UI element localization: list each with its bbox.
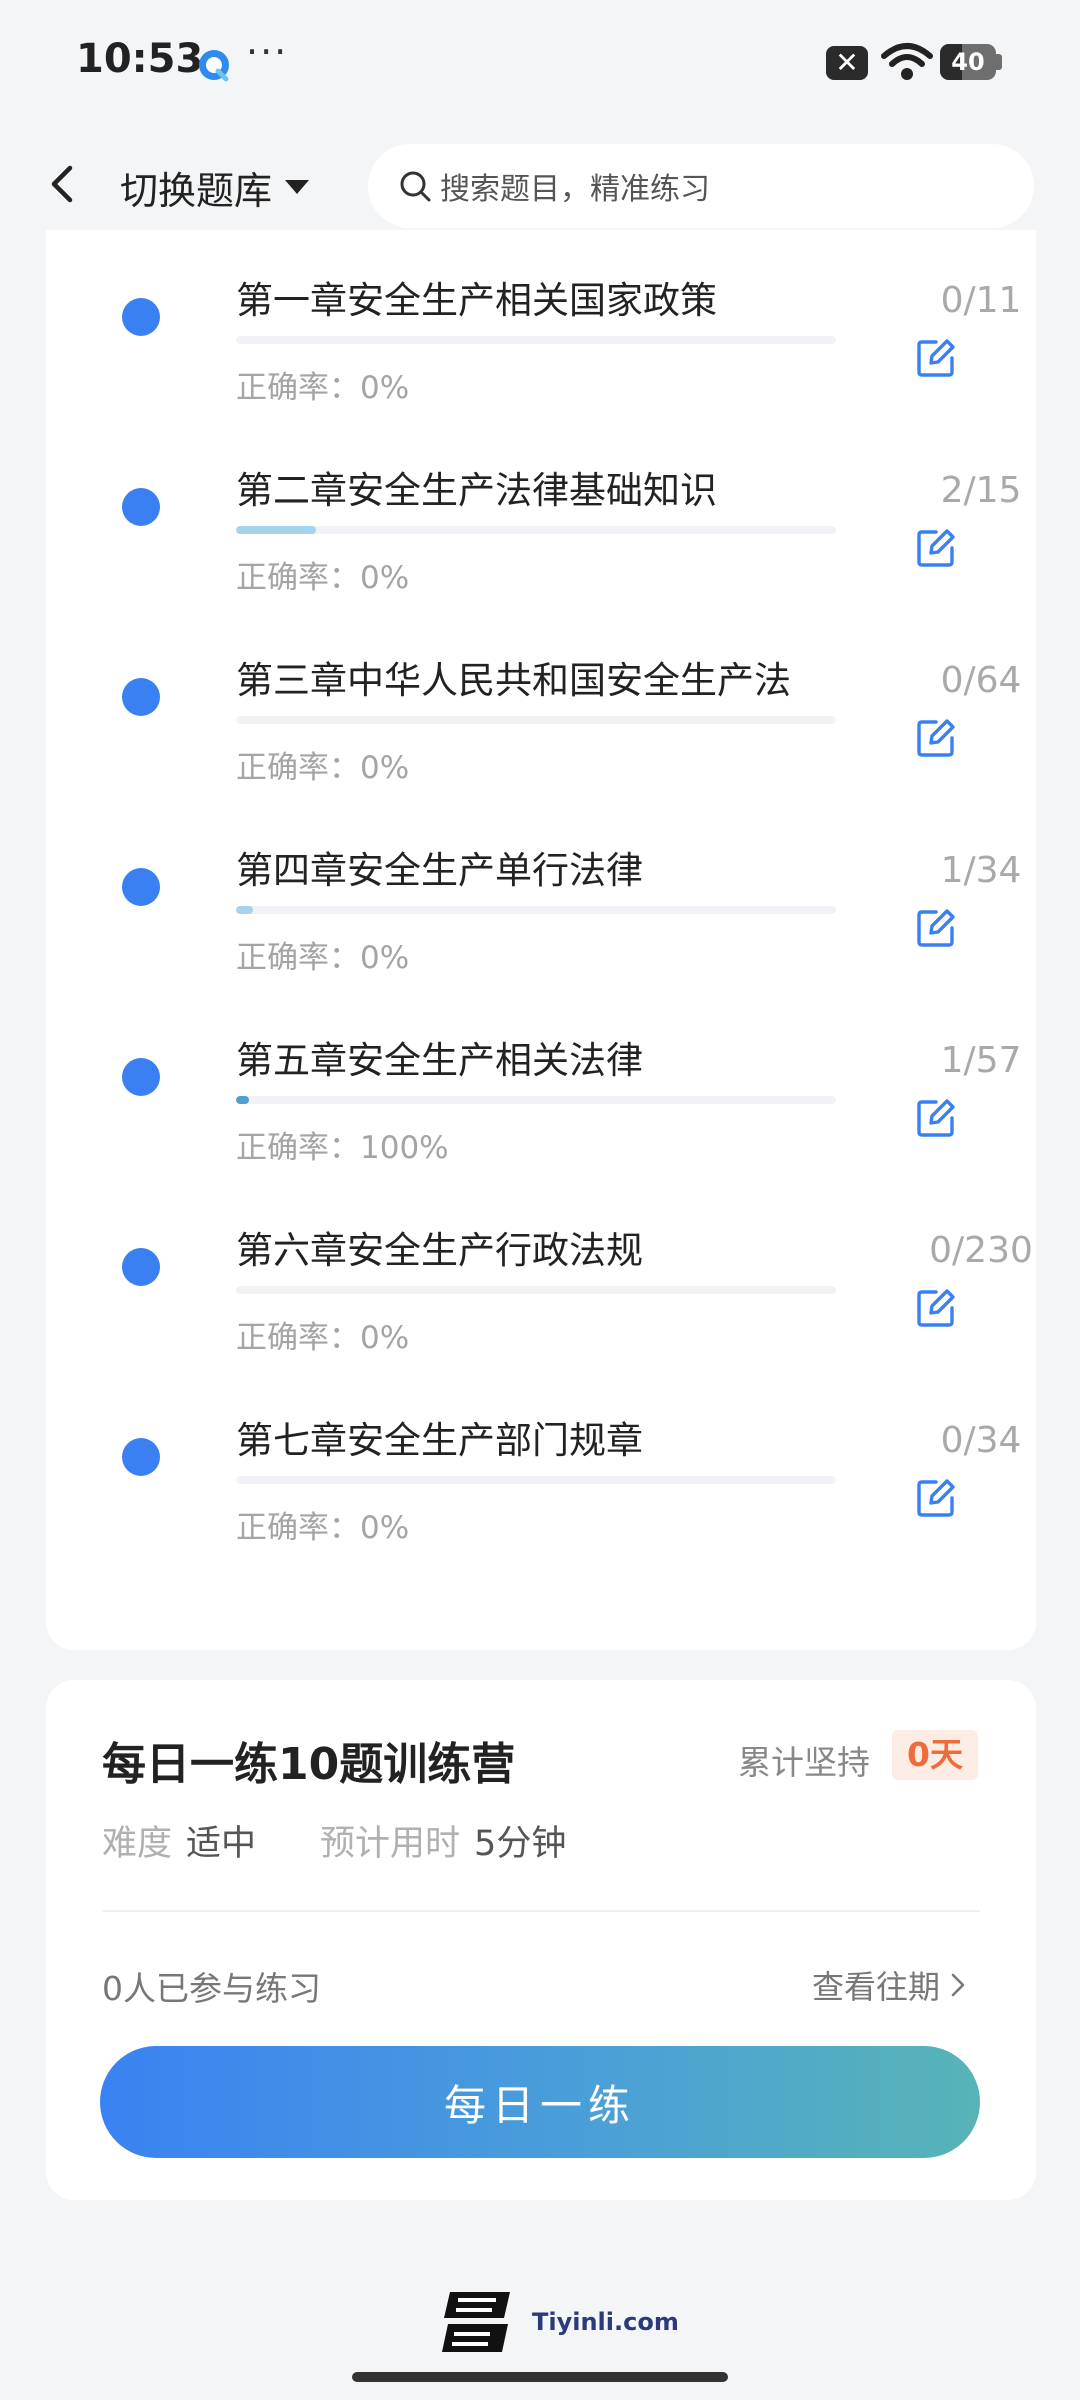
- daily-practice-button[interactable]: 每日一练: [100, 2046, 980, 2158]
- chapter-accuracy-label: 正确率：: [236, 1510, 360, 1546]
- edit-icon[interactable]: [914, 1096, 958, 1140]
- chapter-count: 2/15: [940, 470, 1022, 511]
- chapter-status-dot: [122, 1248, 160, 1286]
- brand-footer: Tiyinli.com: [440, 2286, 679, 2358]
- chapter-title: 第三章中华人民共和国安全生产法: [236, 659, 791, 702]
- daily-title: 每日一练10题训练营: [102, 1739, 516, 1790]
- chapter-title: 第一章安全生产相关国家政策: [236, 279, 717, 322]
- streak-badge: 0天: [892, 1730, 978, 1780]
- chapter-item-3[interactable]: 第三章中华人民共和国安全生产法 正确率：0% 0/64: [46, 570, 1036, 786]
- chapter-progress-bar: [236, 716, 836, 724]
- chapter-list-card: 第一章安全生产相关国家政策 正确率：0% 0/11 第二章安全生产法律基础知识 …: [46, 230, 1036, 1650]
- chapter-item-2[interactable]: 第二章安全生产法律基础知识 正确率：0% 2/15: [46, 380, 1036, 596]
- edit-icon[interactable]: [914, 906, 958, 950]
- battery-level: 40: [951, 48, 985, 76]
- daily-meta: 难度 适中 预计用时 5分钟: [102, 1815, 566, 1866]
- chapter-accuracy-value: 0%: [360, 1510, 410, 1546]
- divider: [102, 1910, 980, 1912]
- chapter-count: 0/230: [929, 1230, 1033, 1271]
- chapter-item-7[interactable]: 第七章安全生产部门规章 正确率：0% 0/34: [46, 1330, 1036, 1546]
- chapter-status-dot: [122, 298, 160, 336]
- time-value: 5分钟: [474, 1824, 567, 1864]
- chapter-progress-bar: [236, 1096, 836, 1104]
- difficulty-label: 难度: [102, 1824, 173, 1864]
- edit-icon[interactable]: [914, 526, 958, 570]
- chevron-right-icon: [951, 1973, 965, 1997]
- daily-practice-card: 每日一练10题训练营 累计坚持 0天 难度 适中 预计用时 5分钟 0人已参与练习 查…: [46, 1680, 1036, 2200]
- chapter-title: 第七章安全生产部门规章: [236, 1419, 643, 1462]
- chapter-status-dot: [122, 678, 160, 716]
- edit-icon[interactable]: [914, 1286, 958, 1330]
- chapter-item-6[interactable]: 第六章安全生产行政法规 正确率：0% 0/230: [46, 1140, 1036, 1356]
- chapter-title: 第四章安全生产单行法律: [236, 849, 643, 892]
- chapter-progress-bar: [236, 1286, 836, 1294]
- edit-icon[interactable]: [914, 716, 958, 760]
- view-history-link[interactable]: 查看往期: [812, 1962, 966, 2008]
- chapter-status-dot: [122, 1058, 160, 1096]
- chapter-title: 第六章安全生产行政法规: [236, 1229, 643, 1272]
- chapter-status-dot: [122, 488, 160, 526]
- chapter-progress-bar: [236, 336, 836, 344]
- status-more-dots: ···: [246, 30, 289, 74]
- close-icon: ✕: [826, 46, 868, 80]
- chapter-progress-bar: [236, 526, 836, 534]
- edit-icon[interactable]: [914, 1476, 958, 1520]
- chapter-item-5[interactable]: 第五章安全生产相关法律 正确率：100% 1/57: [46, 950, 1036, 1166]
- battery-icon: 40: [940, 44, 1002, 80]
- chapter-accuracy: 正确率：0%: [236, 1502, 409, 1547]
- difficulty-value: 适中: [186, 1824, 257, 1864]
- wifi-icon: [881, 43, 933, 80]
- chapter-count: 0/64: [940, 660, 1022, 701]
- chapter-title: 第二章安全生产法律基础知识: [236, 469, 717, 512]
- home-indicator[interactable]: [352, 2372, 728, 2382]
- chapter-count: 1/34: [940, 850, 1022, 891]
- status-bar: 10:53 ··· ✕ 40: [0, 0, 1080, 124]
- chapter-title: 第五章安全生产相关法律: [236, 1039, 643, 1082]
- chapter-status-dot: [122, 868, 160, 906]
- chapter-count: 1/57: [940, 1040, 1022, 1081]
- participants-count: 0人已参与练习: [102, 1969, 321, 2008]
- chapter-progress-fill: [236, 526, 316, 534]
- edit-icon[interactable]: [914, 336, 958, 380]
- chapter-status-dot: [122, 1438, 160, 1476]
- streak-label: 累计坚持: [738, 1743, 870, 1782]
- chapter-count: 0/34: [940, 1420, 1022, 1461]
- brand-logo: [442, 2292, 510, 2352]
- chapter-count: 0/11: [940, 280, 1022, 321]
- time-label: 预计用时: [320, 1824, 461, 1864]
- chapter-item-1[interactable]: 第一章安全生产相关国家政策 正确率：0% 0/11: [46, 190, 1036, 406]
- status-time: 10:53: [76, 36, 204, 82]
- chapter-progress-fill: [236, 906, 254, 914]
- app-notification-icon: [199, 50, 229, 82]
- chapter-progress-bar: [236, 1476, 836, 1484]
- view-history-label: 查看往期: [812, 1968, 941, 2006]
- chapter-item-4[interactable]: 第四章安全生产单行法律 正确率：0% 1/34: [46, 760, 1036, 976]
- brand-domain: Tiyinli.com: [532, 2308, 679, 2336]
- chapter-progress-bar: [236, 906, 836, 914]
- chapter-progress-fill: [236, 1096, 250, 1104]
